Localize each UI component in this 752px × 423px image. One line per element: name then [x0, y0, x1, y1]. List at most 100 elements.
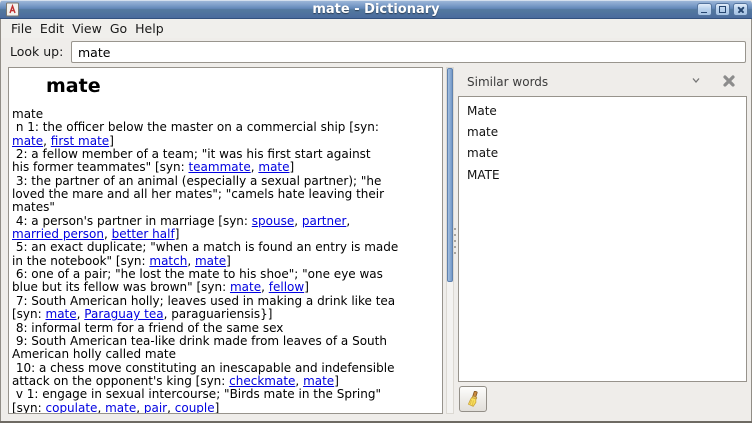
window-border-left [0, 19, 1, 423]
definition-text: ] [109, 134, 114, 148]
synonym-link[interactable]: mate [230, 280, 261, 294]
definition-line: married person, better half] [12, 228, 442, 241]
close-icon [734, 4, 747, 15]
definition-line: loved the mare and all her mates"; "came… [12, 188, 442, 201]
menu-edit[interactable]: Edit [36, 19, 68, 36]
maximize-icon [716, 4, 729, 15]
synonym-link[interactable]: couple [175, 401, 215, 414]
definition-text: 2: a fellow member of a team; "it was hi… [12, 147, 371, 161]
definition-text: in the notebook" [syn: [12, 254, 149, 268]
similar-word-item[interactable]: MATE [459, 164, 746, 185]
definition-text: , [167, 401, 175, 414]
definition-line: 5: an exact duplicate; "when a match is … [12, 241, 442, 254]
definition-scrollbar-thumb[interactable] [447, 68, 453, 282]
synonym-link[interactable]: first mate [51, 134, 109, 148]
definition-line: 7: South American holly; leaves used in … [12, 295, 442, 308]
definition-line: v 1: engage in sexual intercourse; "Bird… [12, 388, 442, 401]
definition-text: ] [226, 254, 231, 268]
definition-line: 8: informal term for a friend of the sam… [12, 322, 442, 335]
menu-go[interactable]: Go [106, 19, 131, 36]
pane-splitter-handle[interactable] [454, 228, 456, 254]
synonym-link[interactable]: mate [258, 160, 289, 174]
similar-word-item[interactable]: mate [459, 143, 746, 164]
synonym-link[interactable]: mate [12, 134, 43, 148]
definition-text: , [97, 401, 105, 414]
menu-file[interactable]: File [7, 19, 36, 36]
definition-text: 3: the partner of an animal (especially … [12, 174, 381, 188]
definition-text: his former teammates" [syn: [12, 160, 188, 174]
definition-text: 5: an exact duplicate; "when a match is … [12, 240, 398, 254]
titlebar[interactable]: mate - Dictionary [0, 0, 752, 19]
similar-word-item[interactable]: mate [459, 121, 746, 142]
synonym-link[interactable]: mate [303, 374, 334, 388]
definition-text: ] [175, 227, 180, 241]
definition-text: ] [290, 160, 295, 174]
definition-text: blue but its fellow was brown" [syn: [12, 280, 230, 294]
synonym-link[interactable]: spouse [252, 214, 294, 228]
synonym-link[interactable]: partner [302, 214, 347, 228]
synonym-link[interactable]: copulate [46, 401, 98, 414]
definition-body: mate n 1: the officer below the master o… [9, 108, 442, 414]
definition-line: 3: the partner of an animal (especially … [12, 175, 442, 188]
synonym-link[interactable]: checkmate [229, 374, 295, 388]
similar-words-list: MatematemateMATE [458, 96, 747, 382]
definition-line: 10: a chess move constituting an inescap… [12, 362, 442, 375]
lookup-label: Look up: [10, 44, 63, 59]
similar-word-item[interactable]: Mate [459, 100, 746, 121]
clear-button[interactable] [459, 386, 487, 412]
definition-headword: mate [46, 75, 442, 97]
definition-line: mate [12, 108, 442, 121]
definition-line: 2: a fellow member of a team; "it was hi… [12, 148, 442, 161]
definition-line: mates" [12, 201, 442, 214]
definition-text: , [295, 374, 303, 388]
window-title: mate - Dictionary [0, 2, 752, 17]
definition-text: mate [12, 107, 43, 121]
close-button[interactable] [733, 3, 748, 16]
synonym-link[interactable]: match [149, 254, 187, 268]
synonym-link[interactable]: pair [144, 401, 167, 414]
synonym-link[interactable]: better half [112, 227, 175, 241]
synonym-link[interactable]: teammate [188, 160, 250, 174]
definition-text: n 1: the officer below the master on a c… [12, 120, 379, 134]
definition-text: 7: South American holly; leaves used in … [12, 294, 395, 308]
definition-text: v 1: engage in sexual intercourse; "Bird… [12, 387, 381, 401]
sidebar-close-icon[interactable] [721, 73, 737, 89]
definition-text: , paraguariensis}] [164, 307, 273, 321]
synonym-link[interactable]: fellow [269, 280, 304, 294]
definition-text: , [104, 227, 112, 241]
definition-line: attack on the opponent's king [syn: chec… [12, 375, 442, 388]
definition-line: in the notebook" [syn: match, mate] [12, 255, 442, 268]
definition-text: ] [304, 280, 309, 294]
similar-words-header: Similar words [458, 67, 747, 96]
lookup-input[interactable] [71, 41, 746, 63]
definition-line: blue but its fellow was brown" [syn: mat… [12, 281, 442, 294]
definition-text: loved the mare and all her mates"; "came… [12, 187, 384, 201]
definition-line: mate, first mate] [12, 135, 442, 148]
broom-icon [465, 391, 481, 407]
definition-text: , [136, 401, 144, 414]
menu-help[interactable]: Help [131, 19, 168, 36]
definition-text: [syn: [12, 401, 46, 414]
definition-text: , [261, 280, 269, 294]
definition-line: 6: one of a pair; "he lost the mate to h… [12, 268, 442, 281]
definition-panel[interactable]: mate mate n 1: the officer below the mas… [8, 67, 443, 414]
definition-text: 4: a person's partner in marriage [syn: [12, 214, 252, 228]
maximize-button[interactable] [715, 3, 730, 16]
synonym-link[interactable]: married person [12, 227, 104, 241]
definition-text: American holly called mate [12, 347, 176, 361]
menubar: FileEditViewGoHelp [1, 19, 751, 38]
menu-view[interactable]: View [68, 19, 106, 36]
definition-line: 4: a person's partner in marriage [syn: … [12, 215, 442, 228]
definition-text: 8: informal term for a friend of the sam… [12, 321, 283, 335]
synonym-link[interactable]: mate [46, 307, 77, 321]
synonym-link[interactable]: Paraguay tea [84, 307, 163, 321]
synonym-link[interactable]: mate [195, 254, 226, 268]
minimize-button[interactable] [697, 3, 712, 16]
definition-line: 9: South American tea-like drink made fr… [12, 335, 442, 348]
synonym-link[interactable]: mate [105, 401, 136, 414]
definition-text: , [43, 134, 51, 148]
definition-text: mates" [12, 200, 55, 214]
definition-line: [syn: mate, Paraguay tea, paraguariensis… [12, 308, 442, 321]
chevron-down-icon[interactable] [692, 77, 700, 84]
definition-line: his former teammates" [syn: teammate, ma… [12, 161, 442, 174]
